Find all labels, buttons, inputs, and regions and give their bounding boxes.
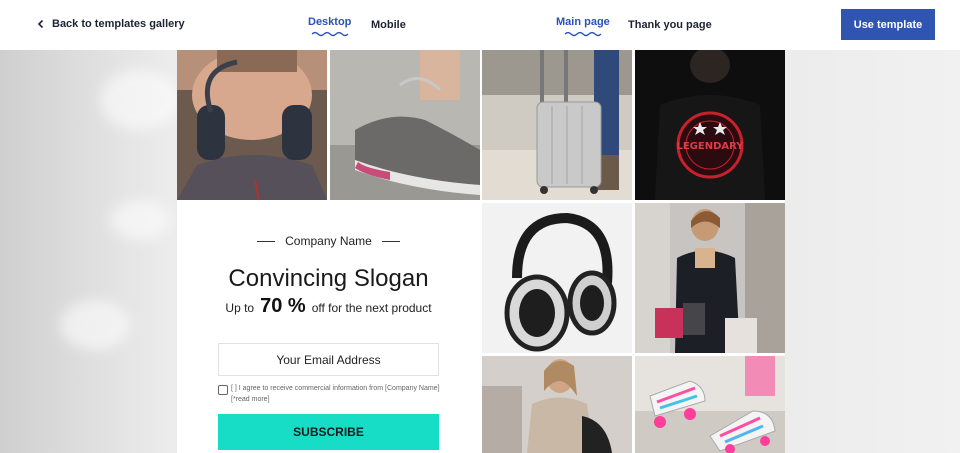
email-field[interactable]: [218, 343, 439, 376]
consent-checkbox[interactable]: [218, 385, 228, 395]
company-name: Company Name: [285, 234, 372, 248]
discount-suffix: off for the next product: [311, 301, 432, 315]
discount-value: 70 %: [260, 295, 306, 317]
tab-main-page-label: Main page: [556, 16, 610, 28]
back-to-gallery-link[interactable]: Back to templates gallery: [36, 14, 185, 34]
roller-skates-photo: [635, 356, 785, 453]
back-link-label: Back to templates gallery: [52, 18, 185, 30]
tab-mobile-label: Mobile: [371, 19, 406, 31]
top-bar: Back to templates gallery Desktop Mobile…: [0, 0, 960, 50]
tab-thank-you-label: Thank you page: [628, 19, 712, 31]
slogan-heading: Convincing Slogan: [228, 265, 429, 292]
company-name-heading: Company Name: [177, 234, 480, 248]
use-template-button[interactable]: Use template: [841, 9, 935, 40]
legendary-tshirt-photo: LEGENDARY: [635, 50, 785, 200]
woman-coat-photo: [482, 356, 632, 453]
tab-desktop[interactable]: Desktop: [308, 16, 352, 37]
signup-card: Company Name Convincing Slogan Up to 70 …: [177, 203, 480, 453]
divider-line: [257, 240, 276, 242]
background-cloud: [60, 300, 130, 350]
shopping-woman-photo: [635, 203, 785, 353]
discount-prefix: Up to: [225, 301, 255, 315]
discount-line: Up to 70 % off for the next product: [177, 295, 480, 318]
subscribe-button[interactable]: SUBSCRIBE: [218, 414, 439, 450]
suitcase-photo: [482, 50, 632, 200]
sneaker-photo: [330, 50, 480, 200]
active-underline-wave: [564, 31, 602, 37]
white-headphones-photo: [482, 203, 632, 353]
woman-headphones-photo: [177, 50, 327, 200]
tab-mobile[interactable]: Mobile: [371, 19, 406, 31]
chevron-left-icon: [37, 19, 44, 29]
consent-text: [ ] I agree to receive commercial inform…: [231, 385, 440, 403]
landing-page: LEGENDARY Company Name Convincing Slogan…: [177, 50, 785, 453]
template-preview: LEGENDARY Company Name Convincing Slogan…: [0, 50, 960, 453]
active-underline-wave: [311, 31, 349, 37]
tab-desktop-label: Desktop: [308, 16, 352, 28]
legendary-print-text: LEGENDARY: [676, 141, 744, 152]
background-cloud: [100, 70, 180, 130]
consent-row: [ ] I agree to receive commercial inform…: [218, 383, 443, 405]
tab-main-page[interactable]: Main page: [556, 16, 610, 37]
divider-line: [381, 240, 400, 242]
tab-thank-you-page[interactable]: Thank you page: [628, 19, 712, 31]
background-cloud: [110, 200, 170, 240]
